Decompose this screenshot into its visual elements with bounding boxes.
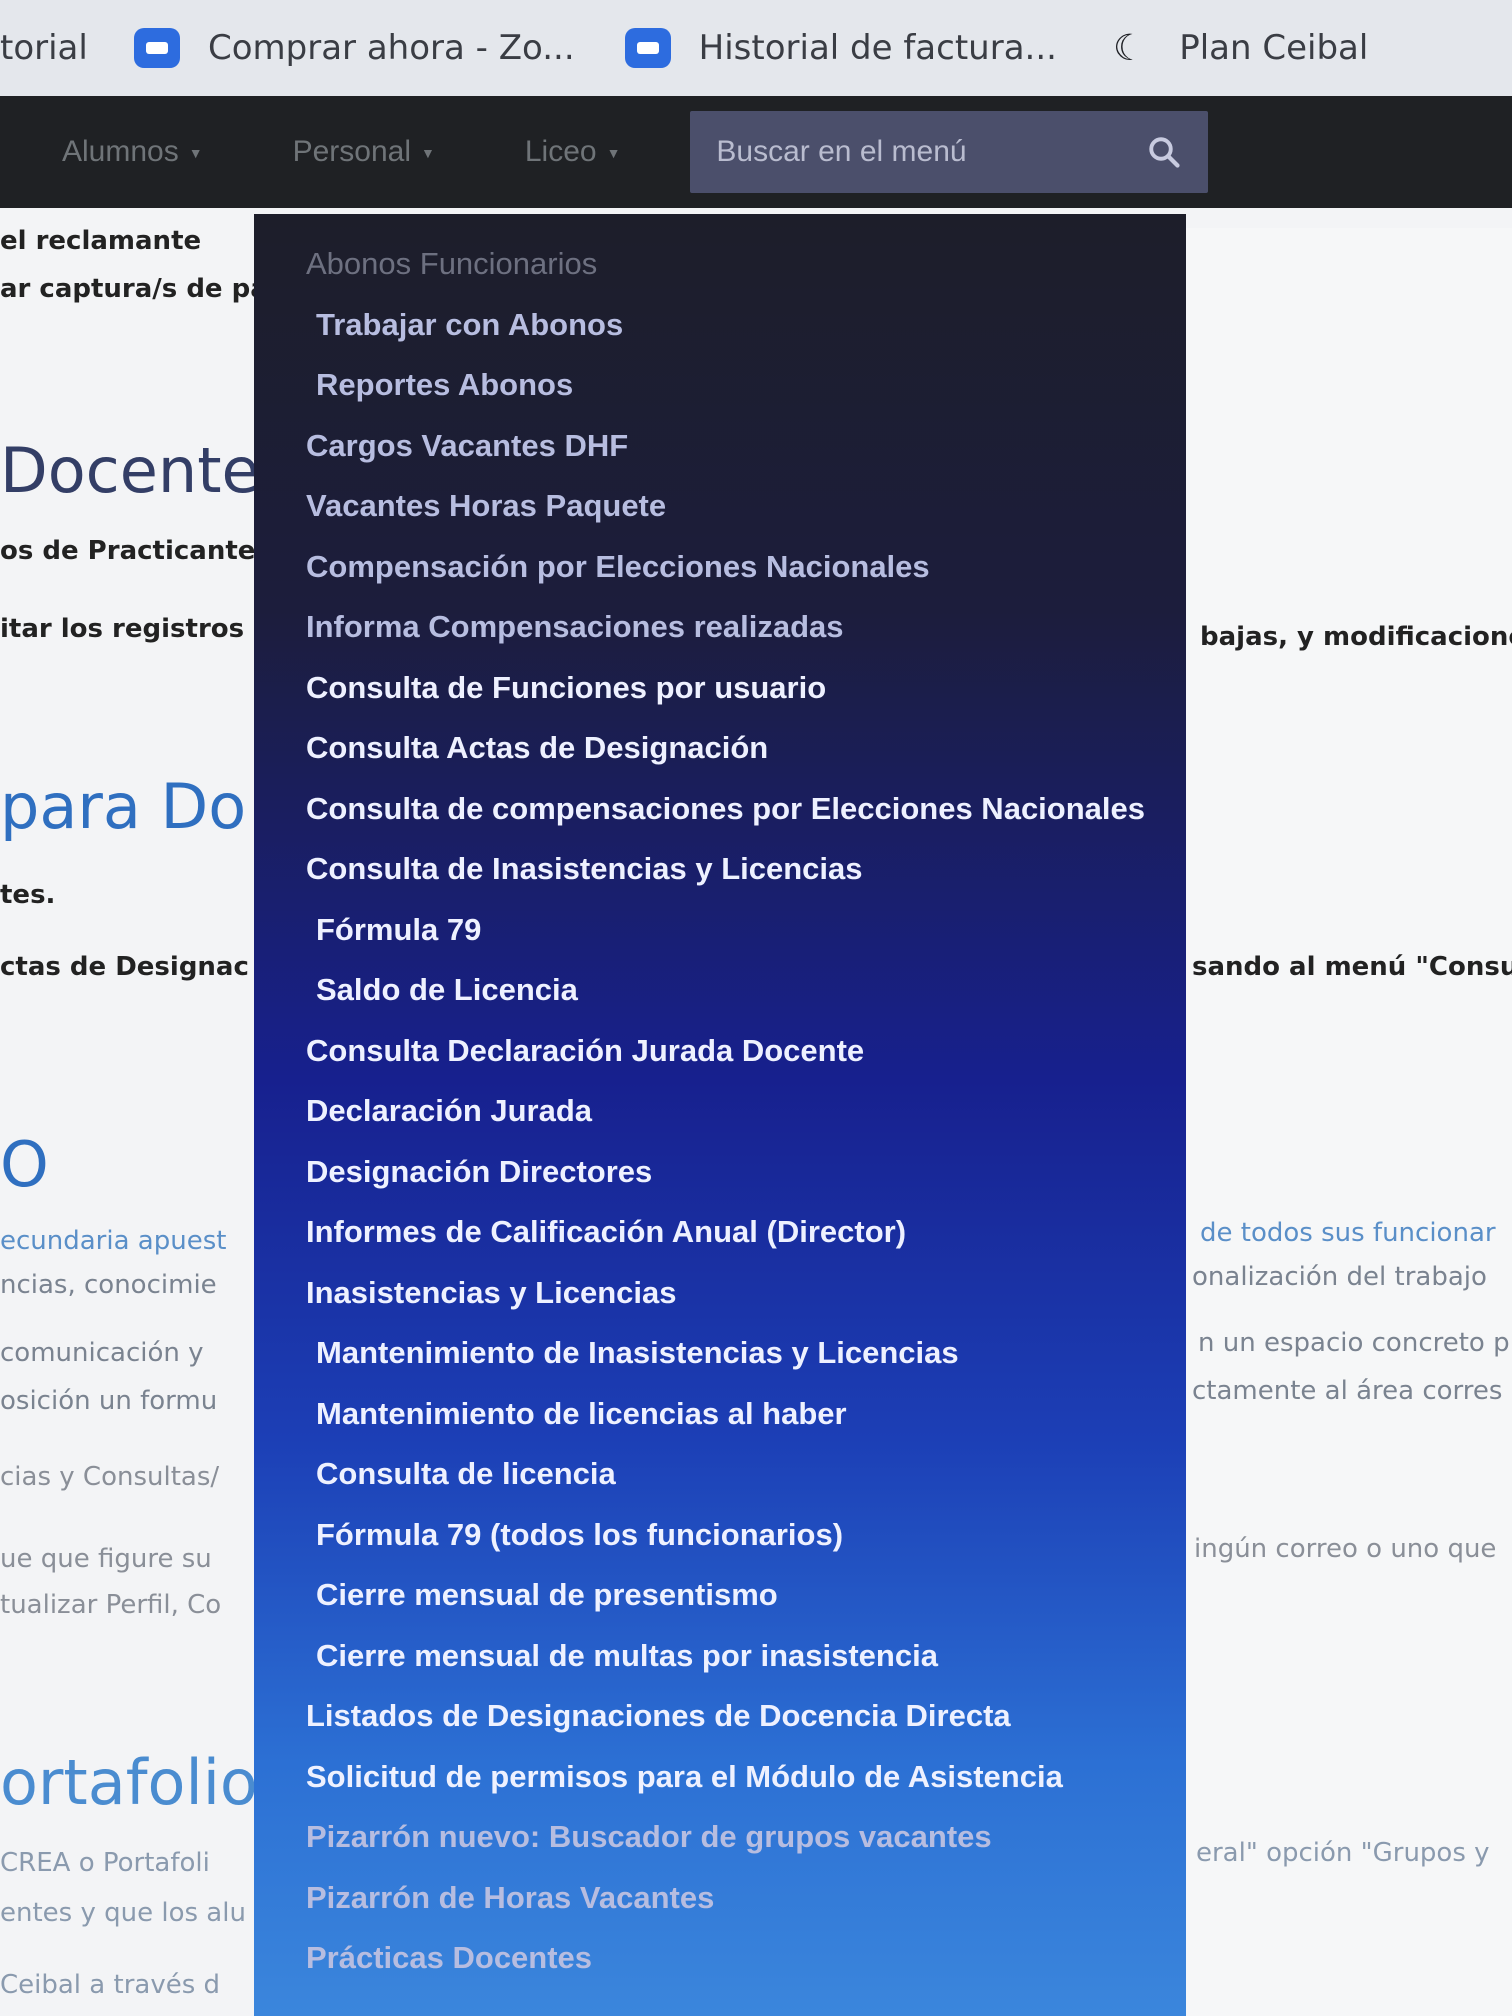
menu-item-compensacion-elecciones[interactable]: Compensación por Elecciones Nacionales <box>254 537 1186 598</box>
menu-item-consulta-actas-designacion[interactable]: Consulta Actas de Designación <box>254 718 1186 779</box>
bg-text: de todos sus funcionar <box>1200 1218 1496 1248</box>
menu-item-trabajar-con-abonos[interactable]: Trabajar con Abonos <box>254 295 1186 356</box>
nav-liceo[interactable]: Liceo ▼ <box>525 135 621 169</box>
search-icon[interactable] <box>1146 134 1182 170</box>
menu-item-formula-79[interactable]: Fórmula 79 <box>254 900 1186 961</box>
bg-heading: para Do <box>0 770 247 843</box>
menu-item-designacion-directores[interactable]: Designación Directores <box>254 1142 1186 1203</box>
bg-text: onalización del trabajo <box>1192 1262 1487 1292</box>
bg-text: ctas de Designac <box>0 952 249 982</box>
right-panel <box>1184 228 1512 2016</box>
menu-item-pizarron-horas-vacantes[interactable]: Pizarrón de Horas Vacantes <box>254 1868 1186 1929</box>
caret-down-icon: ▼ <box>188 145 203 162</box>
bg-text: CREA o Portafoli <box>0 1848 210 1878</box>
menu-item-solicitud-permisos-asistencia[interactable]: Solicitud de permisos para el Módulo de … <box>254 1747 1186 1808</box>
bg-heading: O <box>0 1128 49 1201</box>
bookmark-comprar-ahora[interactable]: Comprar ahora - Zo... <box>134 28 575 68</box>
nav-label: Liceo <box>524 135 597 168</box>
bg-text: tes. <box>0 880 56 910</box>
bg-text: itar los registros <box>0 614 245 644</box>
zoom-icon <box>134 28 180 68</box>
menu-item-mantenimiento-inasistencias[interactable]: Mantenimiento de Inasistencias y Licenci… <box>254 1323 1186 1384</box>
bg-heading: Docente <box>0 434 260 507</box>
bg-text: comunicación y <box>0 1338 204 1368</box>
zoom-icon <box>624 28 671 68</box>
bg-text: tualizar Perfil, Co <box>0 1590 222 1620</box>
menu-item-informa-compensaciones[interactable]: Informa Compensaciones realizadas <box>254 597 1186 658</box>
menu-item-declaracion-jurada[interactable]: Declaración Jurada <box>254 1081 1186 1142</box>
menu-item-inasistencias-licencias[interactable]: Inasistencias y Licencias <box>254 1263 1186 1324</box>
caret-down-icon: ▼ <box>606 145 621 162</box>
bookmark-tutorial[interactable]: torial <box>0 28 104 68</box>
bg-text: ecundaria apuest <box>0 1226 227 1256</box>
bg-text: el reclamante <box>0 226 202 256</box>
nav-label: Personal <box>292 135 411 168</box>
bg-text: n un espacio concreto p <box>1198 1328 1510 1358</box>
bookmark-label: Historial de factura... <box>698 28 1057 68</box>
menu-item-consulta-declaracion-jurada[interactable]: Consulta Declaración Jurada Docente <box>254 1021 1186 1082</box>
menu-item-cargos-vacantes-dhf[interactable]: Cargos Vacantes DHF <box>254 416 1186 477</box>
bg-text: ncias, conocimie <box>0 1270 217 1300</box>
menu-item-consulta-inasistencias-licencias[interactable]: Consulta de Inasistencias y Licencias <box>254 839 1186 900</box>
menu-item-listados-designaciones[interactable]: Listados de Designaciones de Docencia Di… <box>254 1686 1186 1747</box>
bookmark-label: Comprar ahora - Zo... <box>208 28 575 68</box>
menu-item-consulta-compensaciones-elecciones[interactable]: Consulta de compensaciones por Eleccione… <box>254 779 1186 840</box>
bg-text: ar captura/s de pa <box>0 274 268 304</box>
caret-down-icon: ▼ <box>420 145 435 162</box>
bg-text: sando al menú "Consul <box>1192 952 1512 982</box>
main-navbar: Alumnos ▼ Personal ▼ Liceo ▼ Buscar en el m… <box>0 96 1512 208</box>
moon-icon: ☾ <box>1112 27 1146 69</box>
bg-text: eral" opción "Grupos y <box>1196 1838 1490 1868</box>
menu-item-abonos-funcionarios[interactable]: Abonos Funcionarios <box>254 234 1186 295</box>
bg-text: osición un formu <box>0 1386 218 1416</box>
menu-item-practicas-docentes[interactable]: Prácticas Docentes <box>254 1928 1186 1989</box>
menu-item-pizarron-nuevo[interactable]: Pizarrón nuevo: Buscador de grupos vacan… <box>254 1807 1186 1868</box>
bg-text: bajas, y modificaciones <box>1200 622 1512 652</box>
menu-item-saldo-licencia[interactable]: Saldo de Licencia <box>254 960 1186 1021</box>
bg-text: ue que figure su <box>0 1544 212 1574</box>
menu-search-input[interactable]: Buscar en el menú <box>690 111 1209 193</box>
menu-item-reportes-abonos[interactable]: Reportes Abonos <box>254 355 1186 416</box>
nav-label: Alumnos <box>62 135 179 168</box>
bookmark-plan-ceibal[interactable]: ☾ Plan Ceibal <box>1113 28 1368 69</box>
bg-text: os de Practicante <box>0 536 256 566</box>
menu-item-formula-79-todos[interactable]: Fórmula 79 (todos los funcionarios) <box>254 1505 1186 1566</box>
menu-item-consulta-licencia[interactable]: Consulta de licencia <box>254 1444 1186 1505</box>
bg-text: entes y que los alu <box>0 1898 246 1928</box>
bookmark-historial-facturas[interactable]: Historial de factura... <box>624 28 1057 68</box>
menu-item-consulta-funciones-usuario[interactable]: Consulta de Funciones por usuario <box>254 658 1186 719</box>
personal-dropdown-menu: Abonos Funcionarios Trabajar con Abonos … <box>254 214 1186 2016</box>
bg-text: cias y Consultas/ <box>0 1462 220 1492</box>
bg-text: Ceibal a través d <box>0 1970 221 2000</box>
bg-text: ctamente al área corres <box>1192 1376 1503 1406</box>
nav-alumnos[interactable]: Alumnos ▼ <box>62 135 203 169</box>
search-placeholder: Buscar en el menú <box>716 135 967 168</box>
menu-item-informes-calificacion-anual[interactable]: Informes de Calificación Anual (Director… <box>254 1202 1186 1263</box>
menu-item-vacantes-horas-paquete[interactable]: Vacantes Horas Paquete <box>254 476 1186 537</box>
menu-item-cierre-multas[interactable]: Cierre mensual de multas por inasistenci… <box>254 1626 1186 1687</box>
bookmarks-bar: torial Comprar ahora - Zo... Historial d… <box>0 0 1512 96</box>
menu-item-mantenimiento-licencias-haber[interactable]: Mantenimiento de licencias al haber <box>254 1384 1186 1445</box>
bg-text: ingún correo o uno que <box>1194 1534 1497 1564</box>
nav-personal[interactable]: Personal ▼ <box>293 135 435 169</box>
bookmark-label: Plan Ceibal <box>1179 28 1369 68</box>
menu-item-cierre-presentismo[interactable]: Cierre mensual de presentismo <box>254 1565 1186 1626</box>
bg-heading: ortafolio <box>0 1746 258 1819</box>
bookmark-label: torial <box>0 28 88 68</box>
